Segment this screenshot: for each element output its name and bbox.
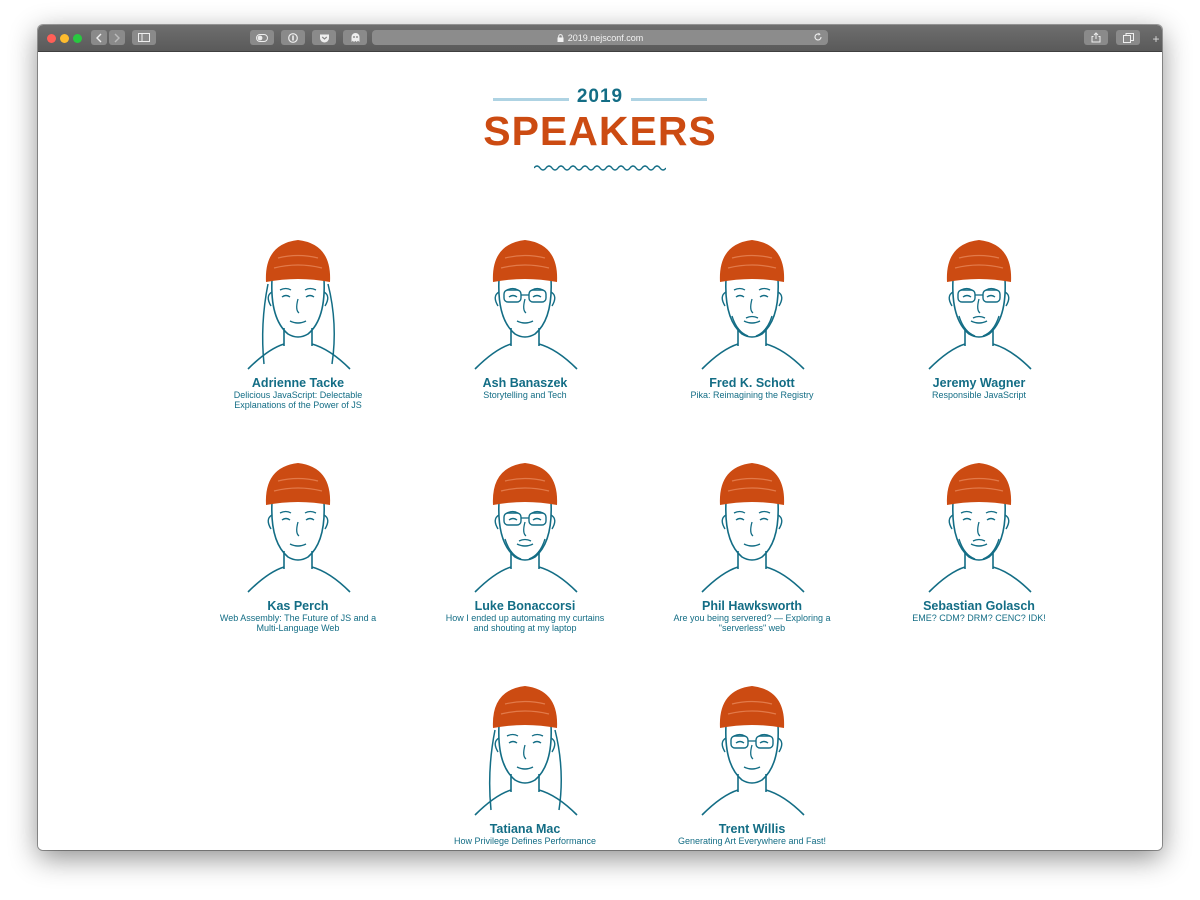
wave-divider xyxy=(534,165,666,171)
chevron-right-icon xyxy=(114,33,120,42)
speaker-talk-title: Delicious JavaScript: Delectable Explana… xyxy=(233,390,363,410)
speaker-talk-title: Generating Art Everywhere and Fast! xyxy=(677,836,827,846)
browser-window: 2019.nejsconf.com + 2019 SPEAKERS Adrien… xyxy=(38,25,1162,850)
speaker-card[interactable]: Phil Hawksworth Are you being servered? —… xyxy=(657,447,847,633)
speaker-talk-title: Storytelling and Tech xyxy=(483,390,567,400)
password-extension-button[interactable] xyxy=(281,30,305,45)
speaker-portrait xyxy=(701,240,805,370)
speaker-card[interactable]: Kas Perch Web Assembly: The Future of JS … xyxy=(203,447,393,633)
speaker-portrait xyxy=(928,240,1032,370)
speaker-talk-title: Web Assembly: The Future of JS and a Mul… xyxy=(219,613,377,633)
tab-overview-button[interactable] xyxy=(1116,30,1140,45)
back-button[interactable] xyxy=(91,30,107,45)
speaker-talk-title: Pika: Reimagining the Registry xyxy=(690,390,814,400)
speaker-talk-title: Responsible JavaScript xyxy=(931,390,1027,400)
ghost-icon xyxy=(351,33,359,42)
minimize-window-button[interactable] xyxy=(60,34,69,43)
speaker-name[interactable]: Jeremy Wagner xyxy=(884,376,1074,390)
page-year: 2019 xyxy=(576,86,624,107)
forward-button[interactable] xyxy=(109,30,125,45)
speaker-name[interactable]: Trent Willis xyxy=(657,822,847,836)
speaker-talk-title: Are you being servered? — Exploring a "s… xyxy=(673,613,831,633)
speaker-card[interactable]: Fred K. Schott Pika: Reimagining the Regi… xyxy=(657,224,847,401)
speaker-name[interactable]: Tatiana Mac xyxy=(430,822,620,836)
reload-icon[interactable] xyxy=(813,32,823,42)
speaker-portrait xyxy=(247,240,351,370)
speaker-name[interactable]: Ash Banaszek xyxy=(430,376,620,390)
speaker-name[interactable]: Phil Hawksworth xyxy=(657,599,847,613)
page-title: SPEAKERS xyxy=(483,108,717,154)
speaker-portrait xyxy=(701,463,805,593)
speaker-card[interactable]: Adrienne Tacke Delicious JavaScript: Dele… xyxy=(203,224,393,410)
speaker-card[interactable]: Jeremy Wagner Responsible JavaScript xyxy=(884,224,1074,401)
chevron-left-icon xyxy=(96,33,102,42)
speaker-portrait xyxy=(474,240,578,370)
speaker-name[interactable]: Luke Bonaccorsi xyxy=(430,599,620,613)
zoom-window-button[interactable] xyxy=(73,34,82,43)
sidebar-toggle-button[interactable] xyxy=(132,30,156,45)
pocket-icon xyxy=(319,34,329,42)
speaker-name[interactable]: Sebastian Golasch xyxy=(884,599,1074,613)
share-button[interactable] xyxy=(1084,30,1108,45)
browser-toolbar: 2019.nejsconf.com + xyxy=(38,25,1162,52)
address-bar[interactable]: 2019.nejsconf.com xyxy=(372,30,828,45)
lock-icon xyxy=(557,33,564,42)
reader-toggle-button[interactable] xyxy=(250,30,274,45)
speaker-card[interactable]: Ash Banaszek Storytelling and Tech xyxy=(430,224,620,401)
speaker-portrait xyxy=(701,686,805,816)
speaker-talk-title: EME? CDM? DRM? CENC? IDK! xyxy=(912,613,1046,623)
ghostery-extension-button[interactable] xyxy=(343,30,367,45)
speaker-portrait xyxy=(247,463,351,593)
sidebar-icon xyxy=(138,33,150,42)
password-manager-icon xyxy=(288,32,298,43)
speaker-portrait xyxy=(474,686,578,816)
new-tab-button[interactable]: + xyxy=(1150,33,1162,47)
pocket-extension-button[interactable] xyxy=(312,30,336,45)
speaker-card[interactable]: Trent Willis Generating Art Everywhere an… xyxy=(657,670,847,847)
speaker-card[interactable]: Tatiana Mac How Privilege Defines Perform… xyxy=(430,670,620,847)
tabs-icon xyxy=(1122,32,1134,43)
speaker-name[interactable]: Kas Perch xyxy=(203,599,393,613)
speaker-name[interactable]: Adrienne Tacke xyxy=(203,376,393,390)
speaker-portrait xyxy=(474,463,578,593)
toggle-icon xyxy=(256,33,268,42)
url-text: 2019.nejsconf.com xyxy=(567,32,644,43)
close-window-button[interactable] xyxy=(47,34,56,43)
page-content: 2019 SPEAKERS Adrienne Tacke Delicious Ja… xyxy=(38,52,1162,850)
speaker-talk-title: How I ended up automating my curtains an… xyxy=(445,613,605,633)
share-icon xyxy=(1091,32,1101,43)
speaker-portrait xyxy=(928,463,1032,593)
speaker-name[interactable]: Fred K. Schott xyxy=(657,376,847,390)
speaker-card[interactable]: Sebastian Golasch EME? CDM? DRM? CENC? ID… xyxy=(884,447,1074,624)
speaker-talk-title: How Privilege Defines Performance xyxy=(453,836,597,846)
speaker-card[interactable]: Luke Bonaccorsi How I ended up automating… xyxy=(430,447,620,633)
